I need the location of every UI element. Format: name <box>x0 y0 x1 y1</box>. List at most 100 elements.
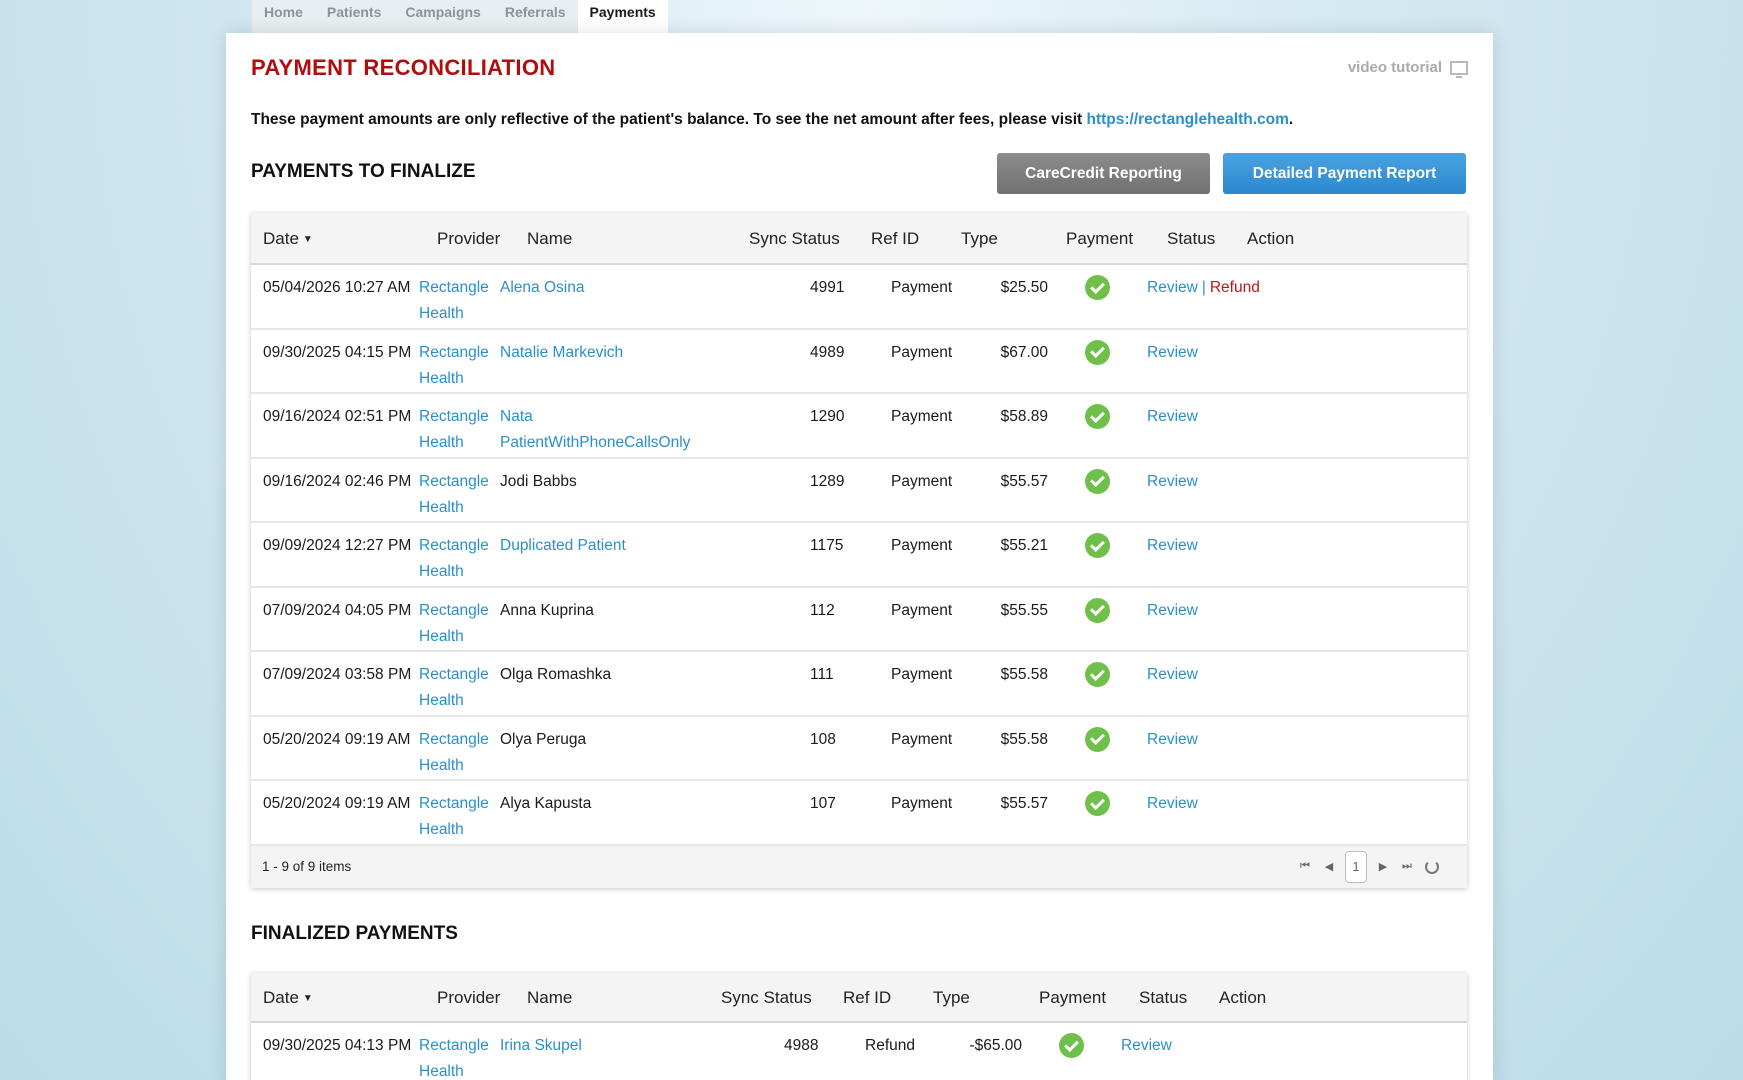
review-link[interactable]: Review <box>1147 731 1198 748</box>
col-refid-header[interactable]: Ref ID <box>843 973 891 1023</box>
date-cell: 05/04/2026 10:27 AM <box>263 279 411 296</box>
col-sync-header[interactable]: Sync Status <box>749 213 840 265</box>
review-link[interactable]: Review <box>1147 537 1198 554</box>
provider-link[interactable]: Rectangle Health <box>419 275 489 327</box>
refresh-icon[interactable] <box>1425 859 1439 874</box>
col-payment-header[interactable]: Payment <box>1039 973 1106 1023</box>
provider-link[interactable]: Rectangle Health <box>419 727 489 779</box>
date-cell: 09/16/2024 02:46 PM <box>263 472 412 490</box>
provider-line-2: Health <box>419 369 464 387</box>
patient-name-link[interactable]: Nata PatientWithPhoneCallsOnly <box>500 404 690 456</box>
prev-page-icon[interactable]: ◀ <box>1317 851 1341 883</box>
type-cell: Payment <box>891 472 953 490</box>
review-link[interactable]: Review <box>1147 408 1198 425</box>
next-page-icon[interactable]: ▶ <box>1371 851 1395 883</box>
name-line-1: Nata <box>500 408 533 425</box>
col-refid-header[interactable]: Ref ID <box>871 213 919 265</box>
provider-link[interactable]: Rectangle Health <box>419 340 489 392</box>
date-cell: 05/20/2024 09:19 AM <box>263 730 411 748</box>
action-cell: Review <box>1147 662 1198 688</box>
patient-name-link[interactable]: Natalie Markevich <box>500 340 623 366</box>
provider-link[interactable]: Rectangle Health <box>419 791 489 843</box>
col-payment-header[interactable]: Payment <box>1066 213 1133 265</box>
col-sync-header[interactable]: Sync Status <box>721 973 812 1023</box>
patient-name-link[interactable]: Duplicated Patient <box>500 533 626 559</box>
page-title: PAYMENT RECONCILIATION <box>251 55 556 80</box>
patient-name: Alya Kapusta <box>500 791 591 817</box>
first-page-icon[interactable]: ⏮ <box>1293 851 1317 883</box>
detailed-payment-report-button[interactable]: Detailed Payment Report <box>1223 153 1466 194</box>
review-link[interactable]: Review <box>1147 795 1198 812</box>
col-date-header[interactable]: Date ▼ <box>263 973 313 1024</box>
check-circle-icon <box>1085 662 1110 687</box>
carecredit-reporting-button[interactable]: CareCredit Reporting <box>997 153 1210 194</box>
items-count: 1 - 9 of 9 items <box>262 858 352 874</box>
provider-link[interactable]: Rectangle Health <box>419 533 489 585</box>
main-panel: PAYMENT RECONCILIATION video tutorial Th… <box>226 33 1493 1080</box>
action-cell: Review <box>1147 727 1198 753</box>
sort-down-icon: ▼ <box>302 992 313 1004</box>
grid-header: Date ▼ Provider Name Sync Status Ref ID T… <box>251 213 1467 265</box>
table-row: 09/16/2024 02:51 PM Rectangle Health Nata Pa… <box>251 394 1467 459</box>
payments-to-finalize-title: PAYMENTS TO FINALIZE <box>251 161 476 182</box>
patient-name-link[interactable]: Alena Osina <box>500 275 584 301</box>
name-line-1: Natalie Markevich <box>500 343 624 361</box>
date-cell: 05/20/2024 09:19 AM <box>263 795 411 812</box>
col-provider-header[interactable]: Provider <box>437 213 500 265</box>
monitor-icon <box>1450 60 1468 78</box>
name-line-1: Jodi Babbs <box>500 472 577 490</box>
provider-line-1: Rectangle <box>419 472 489 490</box>
col-status-header[interactable]: Status <box>1139 973 1187 1023</box>
provider-link[interactable]: Rectangle Health <box>419 598 489 650</box>
current-page[interactable]: 1 <box>1345 850 1367 883</box>
col-name-header[interactable]: Name <box>527 213 572 265</box>
action-cell: Review <box>1147 404 1198 430</box>
review-link[interactable]: Review <box>1147 279 1198 296</box>
review-link[interactable]: Review <box>1147 666 1198 683</box>
date-cell: 09/09/2024 12:27 PM <box>263 537 412 554</box>
tab-payments[interactable]: Payments <box>577 0 668 33</box>
table-row: 09/30/2025 04:13 PM Rectangle Health Irina … <box>251 1023 1467 1080</box>
provider-line-2: Health <box>419 563 464 580</box>
patient-name-link[interactable]: Irina Skupel <box>500 1033 582 1059</box>
col-status-header[interactable]: Status <box>1167 213 1215 265</box>
date-cell: 07/09/2024 03:58 PM <box>263 666 412 683</box>
provider-line-2: Health <box>419 692 464 709</box>
payment-cell: -$65.00 <box>969 1037 1022 1054</box>
action-cell: Review <box>1147 598 1198 624</box>
tab-home[interactable]: Home <box>252 0 315 33</box>
provider-line-1: Rectangle <box>419 537 489 554</box>
tab-patients[interactable]: Patients <box>315 0 393 33</box>
last-page-icon[interactable]: ⏭ <box>1395 851 1419 883</box>
review-link[interactable]: Review <box>1147 473 1198 490</box>
review-link[interactable]: Review <box>1121 1037 1172 1054</box>
col-provider-header[interactable]: Provider <box>437 973 500 1023</box>
provider-link[interactable]: Rectangle Health <box>419 662 489 714</box>
col-date-header[interactable]: Date ▼ <box>263 213 313 266</box>
type-cell: Payment <box>891 730 953 748</box>
col-action-header: Action <box>1247 229 1295 248</box>
review-link[interactable]: Review <box>1147 344 1198 361</box>
provider-link[interactable]: Rectangle Health <box>419 1033 489 1080</box>
col-name-header[interactable]: Name <box>527 973 572 1023</box>
col-type-header[interactable]: Type <box>961 213 998 265</box>
provider-link[interactable]: Rectangle Health <box>419 469 489 521</box>
grid-body: 05/04/2026 10:27 AM Rectangle Health Alena … <box>251 265 1467 846</box>
ref-id-cell: 1290 <box>810 408 845 425</box>
col-date-label: Date <box>263 229 299 248</box>
provider-line-1: Rectangle <box>419 666 489 683</box>
tab-campaigns[interactable]: Campaigns <box>393 0 492 33</box>
col-type-header[interactable]: Type <box>933 973 970 1023</box>
provider-line-1: Rectangle <box>419 601 489 619</box>
check-circle-icon <box>1085 468 1110 494</box>
video-tutorial-link[interactable]: video tutorial <box>1348 59 1468 78</box>
provider-link[interactable]: Rectangle Health <box>419 404 489 456</box>
sort-down-icon: ▼ <box>302 233 313 245</box>
col-date-label: Date <box>263 988 299 1007</box>
rectanglehealth-link[interactable]: https://rectanglehealth.com <box>1087 111 1289 128</box>
review-link[interactable]: Review <box>1147 602 1198 619</box>
finalized-payments-grid: Date ▼ Provider Name Sync Status Ref ID T… <box>251 973 1467 1080</box>
tab-referrals[interactable]: Referrals <box>493 0 578 33</box>
refund-link[interactable]: Refund <box>1210 279 1260 296</box>
provider-line-2: Health <box>419 1063 464 1080</box>
